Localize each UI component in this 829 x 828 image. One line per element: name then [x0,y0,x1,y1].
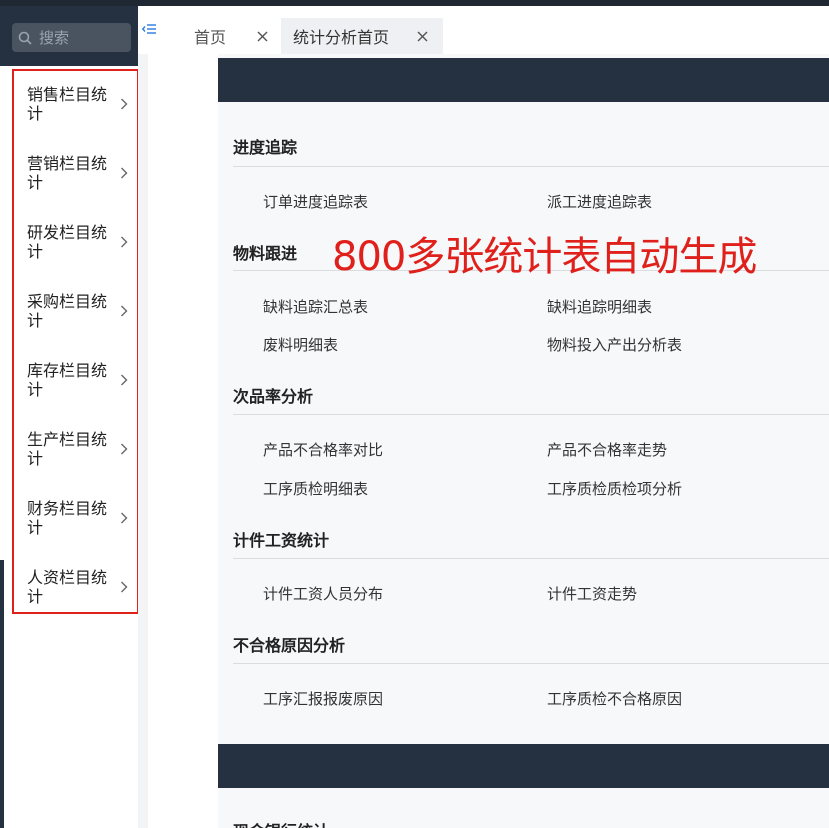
report-link[interactable]: 工序质检明细表 [263,478,368,499]
sidebar-item-inventory[interactable]: 库存栏目统计 [14,347,137,413]
panel-header [218,58,829,102]
section-divider [233,663,829,664]
search-icon [18,31,32,45]
report-link[interactable]: 工序汇报报废原因 [263,688,383,709]
report-link[interactable]: 工序质检不合格原因 [547,688,682,709]
section-title: 物料跟进 [233,244,298,263]
sidebar-edge-strip [0,560,4,828]
menu-collapse-icon[interactable] [142,22,156,36]
chevron-right-icon [121,236,128,248]
sidebar-item-rnd[interactable]: 研发栏目统计 [14,209,137,275]
report-link[interactable]: 产品不合格率对比 [263,439,383,460]
chevron-right-icon [121,167,128,179]
tab-bar: 首页 统计分析首页 [138,6,829,54]
sidebar-item-sales[interactable]: 销售栏目统计 [14,71,137,137]
tab-statistics-home[interactable]: 统计分析首页 [281,18,443,54]
sidebar-item-label: 库存栏目统计 [27,361,108,399]
chevron-right-icon [121,581,128,593]
chevron-right-icon [121,512,128,524]
search-input[interactable] [39,28,119,47]
report-panel: 进度追踪 订单进度追踪表 派工进度追踪表 物料跟进 缺料追踪汇总表 缺料追踪明细… [218,54,829,828]
sidebar-header [0,6,138,66]
section-divider [233,166,829,167]
report-link[interactable]: 工序质检质检项分析 [547,478,682,499]
report-link[interactable]: 产品不合格率走势 [547,439,667,460]
sidebar-item-marketing[interactable]: 营销栏目统计 [14,140,137,206]
sidebar-item-label: 人资栏目统计 [27,568,108,606]
section-title: 不合格原因分析 [233,636,346,655]
section-divider [233,558,829,559]
chevron-right-icon [121,305,128,317]
section-title: 现金银行统计 [233,818,329,828]
section-title: 次品率分析 [233,387,314,406]
chevron-right-icon [121,443,128,455]
report-link[interactable]: 物料投入产出分析表 [547,334,682,355]
sidebar-item-label: 采购栏目统计 [27,292,108,330]
sidebar-item-hr[interactable]: 人资栏目统计 [14,554,137,620]
report-link[interactable]: 订单进度追踪表 [263,191,368,212]
sidebar-menu: 销售栏目统计 营销栏目统计 研发栏目统计 采购栏目统计 库存栏目统计 生产栏目统… [12,69,139,614]
report-link[interactable]: 派工进度追踪表 [547,191,652,212]
chevron-right-icon [121,98,128,110]
report-link[interactable]: 缺料追踪明细表 [547,296,652,317]
content-gutter-panel [148,54,218,828]
tab-label: 首页 [194,28,227,47]
close-icon[interactable] [257,31,268,42]
tab-label: 统计分析首页 [293,28,390,47]
sidebar-item-purchasing[interactable]: 采购栏目统计 [14,278,137,344]
sidebar-item-production[interactable]: 生产栏目统计 [14,416,137,482]
sidebar-item-label: 生产栏目统计 [27,430,108,468]
sidebar-item-label: 销售栏目统计 [27,85,108,123]
report-link[interactable]: 缺料追踪汇总表 [263,296,368,317]
sidebar-item-label: 营销栏目统计 [27,154,108,192]
report-link[interactable]: 计件工资人员分布 [263,583,383,604]
sidebar-item-label: 研发栏目统计 [27,223,108,261]
section-title: 进度追踪 [233,138,298,157]
sidebar-item-finance[interactable]: 财务栏目统计 [14,485,137,551]
section-divider [233,414,829,415]
search-box[interactable] [12,23,131,52]
promo-overlay-text: 800多张统计表自动生成 [332,234,757,280]
report-link[interactable]: 废料明细表 [263,334,338,355]
report-link[interactable]: 计件工资走势 [547,583,637,604]
close-icon[interactable] [417,31,428,42]
sidebar-item-label: 财务栏目统计 [27,499,108,537]
chevron-right-icon [121,374,128,386]
section-title: 计件工资统计 [233,531,330,550]
panel-header [218,744,829,788]
